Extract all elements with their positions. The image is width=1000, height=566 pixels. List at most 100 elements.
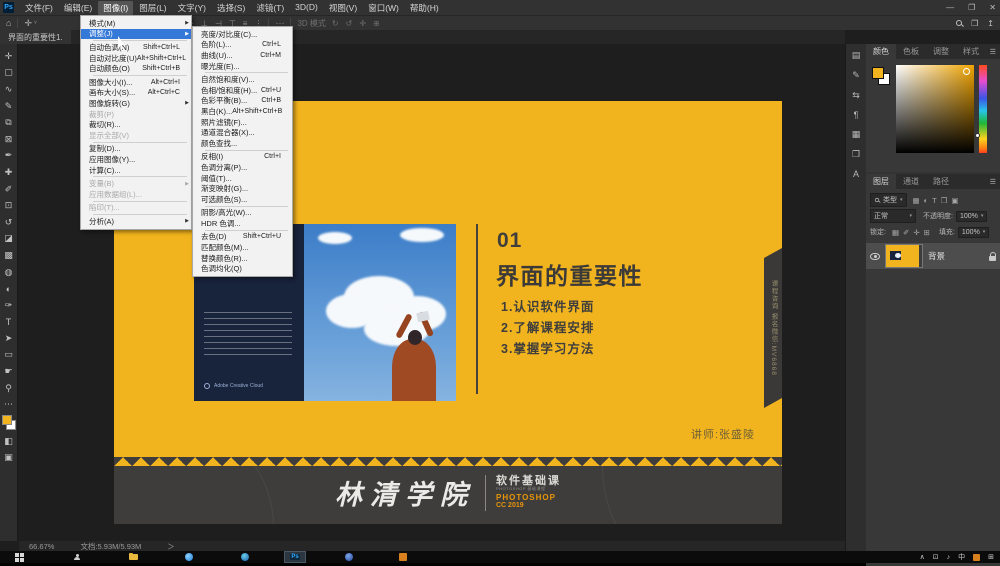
opacity-value[interactable]: 100% ▾ bbox=[955, 210, 988, 222]
paragraph-panel-icon[interactable]: ¶ bbox=[854, 110, 859, 120]
lock-pixels-icon[interactable]: ✐ bbox=[903, 228, 909, 237]
3d-roll-icon[interactable]: ↺ bbox=[346, 19, 353, 28]
menubar-item[interactable]: 图像(I) bbox=[98, 0, 134, 15]
menu-item[interactable]: 匹配颜色(M)... bbox=[193, 242, 292, 253]
move-tool-icon[interactable]: ✛ bbox=[24, 18, 32, 29]
3d-drag-icon[interactable]: ✛ bbox=[359, 19, 366, 28]
menu-item[interactable]: 分析(A) ▶ bbox=[81, 216, 191, 227]
panel-tab[interactable]: 色板 bbox=[896, 44, 926, 59]
saturation-brightness-field[interactable] bbox=[896, 65, 974, 153]
gradient-tool[interactable]: ▩ bbox=[1, 247, 17, 264]
start-button[interactable] bbox=[8, 551, 30, 563]
blend-mode-select[interactable]: 正常 ▾ bbox=[870, 209, 916, 223]
zoom-level[interactable]: 66.67% bbox=[29, 542, 54, 551]
menu-item[interactable]: 自然饱和度(V)... bbox=[193, 74, 292, 85]
filter-type-icon[interactable]: T bbox=[932, 196, 937, 205]
brush-settings-panel-icon[interactable]: ✎ bbox=[852, 70, 860, 81]
hue-slider-handle[interactable] bbox=[975, 133, 980, 138]
hue-slider[interactable] bbox=[979, 65, 987, 153]
screen-mode-icon[interactable]: ▣ bbox=[1, 450, 17, 467]
menubar-item[interactable]: 编辑(E) bbox=[59, 1, 97, 15]
menu-item[interactable]: 通道混合器(X)... bbox=[193, 127, 292, 138]
menu-item[interactable]: 亮度/对比度(C)... bbox=[193, 29, 292, 40]
taskbar-app-blue-icon[interactable] bbox=[338, 551, 360, 563]
menu-item[interactable]: 曲线(U)... Ctrl+M bbox=[193, 50, 292, 61]
filter-shape-icon[interactable]: ❒ bbox=[941, 196, 948, 205]
marquee-tool[interactable]: ▢ bbox=[1, 65, 17, 82]
layer-visibility-icon[interactable] bbox=[870, 252, 880, 260]
eraser-tool[interactable]: ◪ bbox=[1, 231, 17, 248]
layer-filter-type[interactable]: 类型 ▾ bbox=[870, 193, 907, 207]
menu-item[interactable]: 显示全部(V) bbox=[81, 130, 191, 141]
filter-smart-object-icon[interactable]: ▣ bbox=[951, 196, 958, 205]
taskbar-photoshop-icon[interactable]: Ps bbox=[284, 551, 306, 563]
path-selection-tool[interactable]: ➤ bbox=[1, 330, 17, 347]
menu-item[interactable]: 陷印(T)... bbox=[81, 203, 191, 214]
filter-pixel-icon[interactable]: ▦ bbox=[913, 196, 920, 205]
crop-tool[interactable]: ⧉ bbox=[1, 114, 17, 131]
menu-item[interactable]: 色调均化(Q) bbox=[193, 263, 292, 274]
color-swatches[interactable] bbox=[872, 67, 892, 87]
tray-app-orange-icon[interactable] bbox=[973, 553, 981, 561]
status-chevron-icon[interactable]: ＞ bbox=[167, 541, 175, 552]
lock-position-icon[interactable]: ✛ bbox=[913, 228, 919, 237]
brush-tool[interactable]: ✐ bbox=[1, 181, 17, 198]
menu-item[interactable]: 反相(I) Ctrl+I bbox=[193, 152, 292, 163]
menu-item[interactable]: 图像大小(I)... Alt+Ctrl+I bbox=[81, 77, 191, 88]
menu-item[interactable]: 替换颜色(R)... bbox=[193, 253, 292, 264]
menu-item[interactable]: 色相/饱和度(H)... Ctrl+U bbox=[193, 85, 292, 96]
close-button[interactable]: ✕ bbox=[989, 3, 996, 12]
menu-item[interactable]: 自动对比度(U) Alt+Shift+Ctrl+L bbox=[81, 53, 191, 64]
menu-item[interactable]: HDR 色调... bbox=[193, 218, 292, 229]
eyedropper-tool[interactable]: ✒ bbox=[1, 148, 17, 165]
zoom-tool[interactable]: ⚲ bbox=[1, 380, 17, 397]
taskbar-app-orange-icon[interactable] bbox=[392, 551, 414, 563]
panel-tab[interactable]: 通道 bbox=[896, 174, 926, 189]
share-icon[interactable]: ↥ bbox=[987, 19, 994, 28]
taskbar-browser-icon[interactable] bbox=[178, 551, 200, 563]
menu-item[interactable]: 画布大小(S)... Alt+Ctrl+C bbox=[81, 88, 191, 99]
minimize-button[interactable]: — bbox=[946, 3, 954, 12]
3d-slide-icon[interactable]: ⊕ bbox=[373, 19, 380, 28]
menubar-item[interactable]: 视图(V) bbox=[324, 1, 362, 15]
quick-selection-tool[interactable]: ✎ bbox=[1, 98, 17, 115]
panel-tab[interactable]: 路径 bbox=[926, 174, 956, 189]
menu-item[interactable]: 渐变映射(G)... bbox=[193, 183, 292, 194]
photoshop-logo-icon[interactable]: Ps bbox=[3, 2, 14, 13]
edit-toolbar[interactable]: ⋯ bbox=[1, 396, 17, 413]
hand-tool[interactable]: ☛ bbox=[1, 363, 17, 380]
libraries-panel-icon[interactable]: ▤ bbox=[852, 50, 861, 61]
filter-adjustment-icon[interactable]: ◐ bbox=[924, 196, 929, 205]
move-tool[interactable]: ✛ bbox=[1, 48, 17, 65]
menubar-item[interactable]: 图层(L) bbox=[134, 1, 171, 15]
tray-ime-indicator[interactable]: 中 bbox=[958, 552, 965, 562]
panel-tab[interactable]: 颜色 bbox=[866, 44, 896, 59]
chevron-down-icon[interactable]: ˅ bbox=[34, 20, 37, 26]
menu-item[interactable]: 阈值(T)... bbox=[193, 173, 292, 184]
menu-item[interactable]: 阴影/高光(W)... bbox=[193, 208, 292, 219]
type-tool[interactable]: T bbox=[1, 314, 17, 331]
menu-item[interactable]: 裁切(R)... bbox=[81, 119, 191, 130]
history-brush-tool[interactable]: ↺ bbox=[1, 214, 17, 231]
menu-item[interactable]: 色调分离(P)... bbox=[193, 162, 292, 173]
panel-menu-icon[interactable]: ☰ bbox=[990, 48, 996, 56]
menu-item[interactable]: 应用图像(Y)... bbox=[81, 154, 191, 165]
blur-tool[interactable]: ◍ bbox=[1, 264, 17, 281]
fill-value[interactable]: 100% ▾ bbox=[957, 226, 990, 238]
frame-tool[interactable]: ⊠ bbox=[1, 131, 17, 148]
history-panel-icon[interactable]: ⇆ bbox=[852, 90, 860, 101]
properties-panel-icon[interactable]: ❐ bbox=[852, 149, 860, 160]
menu-item[interactable]: 可选颜色(S)... bbox=[193, 194, 292, 205]
tray-expand-icon[interactable]: ∧ bbox=[920, 553, 925, 561]
menubar-item[interactable]: 滤镜(T) bbox=[251, 1, 289, 15]
document-tab[interactable]: 界面的重要性1. bbox=[0, 30, 71, 44]
menu-item[interactable]: 色彩平衡(B)... Ctrl+B bbox=[193, 96, 292, 107]
menubar-item[interactable]: 文字(Y) bbox=[173, 1, 211, 15]
taskbar-people-icon[interactable] bbox=[66, 551, 88, 563]
menubar-item[interactable]: 帮助(H) bbox=[405, 1, 444, 15]
panel-menu-icon[interactable]: ☰ bbox=[990, 178, 996, 186]
layer-row-background[interactable]: 背景 bbox=[866, 243, 1000, 269]
menu-item[interactable]: 变量(B) ▶ bbox=[81, 178, 191, 189]
taskbar-edge-icon[interactable] bbox=[234, 551, 256, 563]
tray-notes-icon[interactable]: ⊞ bbox=[988, 553, 994, 561]
